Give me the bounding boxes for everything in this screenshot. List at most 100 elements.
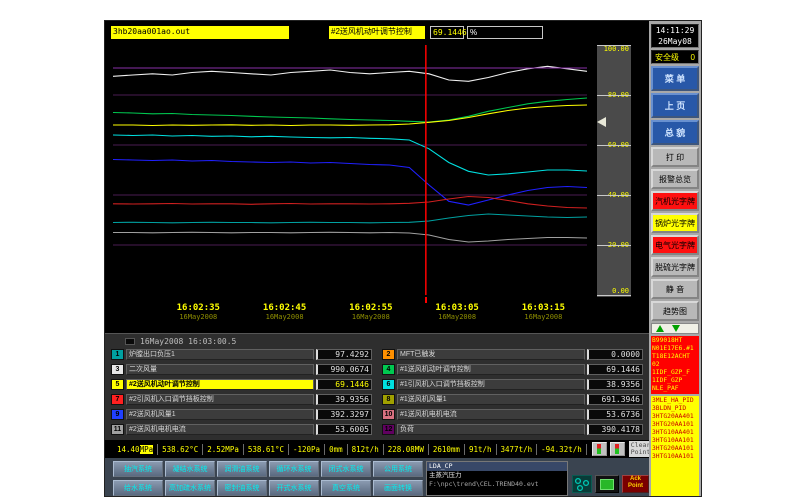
menu-button-高加疏水系统[interactable]: 高加疏水系统	[165, 480, 215, 496]
y-tick-line	[597, 95, 631, 96]
point-tag-field[interactable]: 3hb20aa001ao.out	[111, 26, 289, 39]
status-value: 228.08MW	[384, 444, 429, 455]
panel-button-静音[interactable]: 静 音	[651, 279, 699, 299]
acknowledged-alarm-list: 3MLE_HA_PID3BLDN_PID3HTG20AA4013HTG20AA1…	[651, 396, 699, 496]
alarm-item[interactable]: 3BLDN_PID	[652, 405, 698, 413]
panel-button-趋势图[interactable]: 趋势图	[651, 301, 699, 321]
alarm-item[interactable]: 1IDF_GZP	[652, 377, 698, 385]
legend-value: 69.1446	[587, 364, 643, 375]
led-indicator-tile[interactable]	[610, 442, 625, 456]
alarm-item[interactable]: B99018HT	[652, 337, 698, 345]
legend-row[interactable]: 11#2送风机电机电流53.6005	[111, 423, 372, 436]
menu-button-密封油系统[interactable]: 密封油系统	[217, 480, 267, 496]
status-value: 3477t/h	[497, 444, 538, 455]
menu-button-循环水系统[interactable]: 循环水系统	[269, 461, 319, 477]
menu-button-开式水系统[interactable]: 开式水系统	[269, 480, 319, 496]
menu-button-真空系统[interactable]: 真空系统	[321, 480, 371, 496]
legend-row[interactable]: 12负荷390.4178	[382, 423, 643, 436]
alarm-item[interactable]: 3HTG20AA101	[652, 421, 698, 429]
legend-row[interactable]: 10#1送风机电机电流53.6736	[382, 408, 643, 421]
menu-button-给水系统[interactable]: 给水系统	[113, 480, 163, 496]
system-clock: 14:11:29 26May08	[651, 24, 699, 48]
green-screen-icon	[600, 479, 614, 490]
legend-value: 97.4292	[316, 349, 372, 360]
menu-button-抽汽系统[interactable]: 抽汽系统	[113, 461, 163, 477]
trend-curve-#2送风机动叶调节控制	[113, 105, 587, 126]
legend-row[interactable]: 1炉膛出口负压197.4292	[111, 348, 372, 361]
alarm-item[interactable]: 02	[652, 361, 698, 369]
legend-label: 二次风量	[126, 364, 314, 375]
alarm-item[interactable]: 3HTG10AA401	[652, 429, 698, 437]
status-value: 0mm	[325, 444, 348, 455]
legend-row[interactable]: 9#2送风机风量1392.3297	[111, 408, 372, 421]
panel-button-打印[interactable]: 打 印	[651, 147, 699, 167]
menu-button-公用系统[interactable]: 公用系统	[373, 461, 423, 477]
time-tick-date: 16May2008	[349, 313, 392, 321]
alarm-item[interactable]: 3MLE_HA_PID	[652, 397, 698, 405]
trend-plot[interactable]	[113, 45, 587, 295]
legend-row[interactable]: 8#1送风机风量1691.3946	[382, 393, 643, 406]
security-level-box: 安全级 0	[651, 50, 699, 64]
time-tick-time: 16:03:05	[435, 303, 478, 313]
trend-curve-#1引风机入口调节挡板控制	[113, 135, 587, 175]
panel-button-汽机光字牌[interactable]: 汽机光字牌	[651, 191, 699, 211]
menu-button-画面转换[interactable]: 画面转换	[373, 480, 423, 496]
status-value: 2.52MPa	[203, 444, 244, 455]
time-tick: 16:02:5516May2008	[349, 303, 392, 321]
legend-row[interactable]: 2MFT已触发0.0000	[382, 348, 643, 361]
alarm-item[interactable]: NLE_PAF	[652, 385, 698, 393]
legend-row[interactable]: 5#2送风机动叶调节控制69.1446	[111, 378, 372, 391]
legend-row[interactable]: 3二次风量990.0674	[111, 363, 372, 376]
y-tick-line	[597, 145, 631, 146]
panel-button-脱硫光字牌[interactable]: 脱硫光字牌	[651, 257, 699, 277]
legend-label: #2引风机入口调节挡板控制	[126, 394, 314, 405]
alarm-item[interactable]: N01E17E6.#1	[652, 345, 698, 353]
legend-color-chip: 2	[382, 349, 395, 360]
panel-button-电气光字牌[interactable]: 电气光字牌	[651, 235, 699, 255]
alarm-item[interactable]: 3HTG20AA101	[652, 445, 698, 453]
legend-value: 53.6736	[587, 409, 643, 420]
legend-label: #1送风机动叶调节控制	[397, 364, 585, 375]
legend-color-chip: 4	[382, 364, 395, 375]
scroll-up-icon[interactable]	[656, 325, 664, 332]
menu-button-润滑油系统[interactable]: 润滑油系统	[217, 461, 267, 477]
panel-button-总貌[interactable]: 总 貌	[651, 120, 699, 145]
y-tick-line	[597, 45, 631, 46]
alarm-item[interactable]: 3HTG10AA101	[652, 453, 698, 461]
panel-button-上页[interactable]: 上 页	[651, 93, 699, 118]
link-tool-icon[interactable]	[572, 475, 592, 493]
trend-group-name[interactable]: LDA_CP	[427, 462, 567, 471]
alarm-item[interactable]: 3HTG20AA401	[652, 413, 698, 421]
legend-label: 炉膛出口负压1	[126, 349, 314, 360]
alarm-item[interactable]: T18E12ACHT	[652, 353, 698, 361]
legend-row[interactable]: 4#1送风机动叶调节控制69.1446	[382, 363, 643, 376]
legend-color-chip: 7	[111, 394, 124, 405]
alarm-scroll-bar[interactable]	[651, 323, 699, 334]
alarm-item[interactable]: 3HTG10AA101	[652, 437, 698, 445]
alarm-item[interactable]: 1IDF_GZP_F	[652, 369, 698, 377]
trend-file-path: F:\npc\trend\CEL.TREND40.evt	[427, 480, 567, 488]
y-axis-scale: 100.0080.0060.0040.0020.000.00	[597, 45, 631, 297]
time-tick: 16:03:0516May2008	[435, 303, 478, 321]
legend-value: 69.1446	[316, 379, 372, 390]
time-tick: 16:03:1516May2008	[522, 303, 565, 321]
menu-button-闭式水系统[interactable]: 闭式水系统	[321, 461, 371, 477]
panel-button-菜单[interactable]: 菜 单	[651, 66, 699, 91]
menu-button-凝结水系统[interactable]: 凝结水系统	[165, 461, 215, 477]
legend-label: #2送风机电机电流	[126, 424, 314, 435]
status-unit-highlight: MPa	[140, 445, 154, 454]
led-indicator-tile[interactable]	[592, 442, 607, 456]
legend-label: #2送风机风量1	[126, 409, 314, 420]
active-alarm-list: B99018HTN01E17E6.#1T18E12ACHT021IDF_GZP_…	[651, 336, 699, 394]
status-value: 538.61°C	[244, 444, 289, 455]
ack-point-button[interactable]: Ack Point	[622, 475, 649, 493]
time-tick-time: 16:02:55	[349, 303, 392, 313]
screen-select-button[interactable]	[595, 475, 619, 493]
panel-button-锅炉光字牌[interactable]: 锅炉光字牌	[651, 213, 699, 233]
trend-curve-#2送风机风量1	[113, 159, 587, 205]
scroll-down-icon[interactable]	[672, 325, 680, 332]
legend-row[interactable]: 7#2引风机入口调节挡板控制39.9356	[111, 393, 372, 406]
legend-row[interactable]: 6#1引风机入口调节挡板控制38.9356	[382, 378, 643, 391]
panel-button-报警总览[interactable]: 报警总览	[651, 169, 699, 189]
point-title-field[interactable]: #2送风机动叶调节控制	[329, 26, 425, 39]
